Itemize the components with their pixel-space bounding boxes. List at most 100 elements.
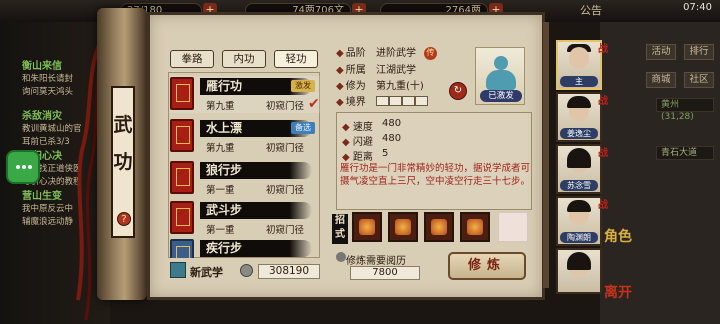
move-slot[interactable] — [388, 212, 418, 242]
stat-value: 480 — [382, 118, 402, 129]
hero-slot[interactable] — [556, 248, 602, 294]
stat-row: ◆ 速度 480 — [342, 118, 402, 133]
skill-grade: 初窥门径 — [266, 185, 305, 196]
tab-lightness[interactable]: 轻功 — [274, 50, 318, 68]
refresh-icon[interactable]: ↻ — [449, 82, 467, 100]
stat-value: 5 — [382, 148, 389, 159]
hero-slot[interactable]: 主 战 — [556, 40, 608, 90]
skill-item[interactable]: 雁行功 激发 第九重 初窥门径 ✔ — [170, 76, 320, 113]
points-icon — [240, 264, 253, 277]
scroll-edge — [543, 22, 549, 288]
quest-title: 杀敌消灾 — [22, 111, 62, 122]
waypoint-button[interactable]: 青石大道 — [656, 146, 714, 160]
move-slot[interactable] — [460, 212, 490, 242]
info-source: ◆ 所属 江湖武学 — [336, 65, 416, 76]
guild-button[interactable]: 社区 — [684, 72, 714, 88]
quest-title: 营山生变 — [22, 191, 62, 202]
info-value: 江湖武学 — [376, 65, 416, 76]
portrait-caption: 已激发 — [480, 90, 522, 102]
activity-button[interactable]: 活动 — [646, 44, 676, 60]
move-slot[interactable] — [352, 212, 382, 242]
hero-name: 陶渊朗 — [560, 232, 598, 243]
battle-badge: 战 — [598, 96, 608, 107]
stat-row: ◆ 闪避 480 — [342, 133, 402, 148]
skill-item[interactable]: 水上漂 备选 第九重 初窥门径 — [170, 118, 320, 155]
info-realm: ◆ 境界 — [336, 97, 366, 108]
grade-badge: 传 — [424, 47, 437, 60]
stat-value: 480 — [382, 133, 402, 144]
skill-name: 疾行步 — [206, 241, 243, 255]
check-icon: ✔ — [308, 96, 320, 112]
status-badge: 备选 — [291, 122, 315, 134]
cost-value: 7800 — [350, 266, 420, 280]
cost-label: 修炼需要阅历 — [346, 256, 406, 267]
map-location: 黄州 (31,28) — [656, 98, 714, 122]
skill-portrait: 已激发 — [475, 47, 525, 105]
ranking-button[interactable]: 排行 — [684, 44, 714, 60]
tab-inner[interactable]: 内功 — [222, 50, 266, 68]
move-slot[interactable] — [424, 212, 454, 242]
info-label: 修为 — [345, 81, 366, 92]
announcement-button[interactable]: 公告 — [580, 2, 602, 18]
battle-badge: 战 — [598, 148, 608, 159]
shop-button[interactable]: 商城 — [646, 72, 676, 88]
info-volume: ◆ 修为 第九重(十) — [336, 81, 424, 92]
new-book-icon[interactable] — [170, 262, 186, 278]
hero-name: 姜逸尘 — [560, 128, 598, 139]
points-value: 308190 — [258, 264, 320, 279]
page-title-char: 武 — [113, 114, 133, 136]
quest-title: 衡山来信 — [22, 61, 62, 72]
info-value: 第九重(十) — [376, 81, 424, 92]
experience-icon — [336, 252, 346, 262]
role-button[interactable]: 角色 — [604, 226, 632, 246]
hero-slot[interactable]: 姜逸尘 战 — [556, 92, 608, 142]
skill-name: 武斗步 — [206, 203, 243, 217]
skill-item[interactable]: 狼行步 第一重 初窥门径 — [170, 160, 320, 197]
info-label: 品阶 — [345, 48, 366, 59]
skill-item[interactable]: 武斗步 第一重 初窥门径 — [170, 200, 320, 237]
new-martial-button[interactable]: 新武学 — [190, 264, 223, 280]
skill-grade: 初窥门径 — [266, 225, 305, 236]
skill-item[interactable]: 疾行步 — [170, 238, 320, 258]
skill-layer: 第一重 — [206, 225, 235, 236]
status-badge: 激发 — [291, 80, 315, 92]
right-menu: 活动 排行 商城 社区 黄州 (31,28) 青石大道 — [600, 22, 720, 324]
moves-label: 招式 — [332, 214, 348, 244]
skill-grade: 初窥门径 — [266, 143, 305, 154]
chat-button[interactable] — [6, 150, 40, 184]
hero-slot[interactable]: 陶渊朗 战 — [556, 196, 608, 246]
skill-layer: 第一重 — [206, 185, 235, 196]
help-button[interactable]: ? — [117, 212, 131, 226]
stat-label: 速度 — [352, 122, 373, 133]
stat-row: ◆ 距离 5 — [342, 148, 389, 163]
book-icon — [170, 119, 194, 152]
battle-badge: 战 — [598, 200, 608, 211]
skill-grade: 初窥门径 — [266, 101, 305, 112]
tab-fist[interactable]: 拳路 — [170, 50, 214, 68]
info-value: 进阶武学 — [376, 48, 416, 59]
skill-layer: 第九重 — [206, 143, 235, 154]
book-icon — [170, 201, 194, 234]
hero-slot[interactable]: 苏念雪 战 — [556, 144, 608, 194]
battle-badge: 战 — [598, 44, 608, 55]
train-button[interactable]: 修炼 — [448, 252, 526, 280]
book-icon — [170, 161, 194, 194]
book-icon — [170, 239, 194, 258]
book-icon — [170, 77, 194, 110]
page-title-char: 功 — [113, 151, 133, 173]
skill-name: 雁行功 — [206, 79, 243, 93]
clock: 07:40 — [683, 2, 712, 13]
hero-name: 主 — [560, 76, 598, 87]
skill-name: 水上漂 — [206, 121, 243, 135]
info-label: 境界 — [345, 97, 366, 108]
info-label: 所属 — [345, 65, 366, 76]
stat-label: 闪避 — [352, 137, 373, 148]
hero-name: 苏念雪 — [560, 180, 598, 191]
move-slot-empty[interactable] — [498, 212, 528, 242]
skill-description: 雁行功是一门非常精妙的轻功，据说学成者可摄气凌空直上三尺，空中凌空行走三十七步。 — [340, 163, 531, 187]
skill-layer: 第九重 — [206, 101, 235, 112]
realm-progress — [376, 96, 428, 106]
leave-button[interactable]: 离开 — [604, 282, 632, 302]
info-grade: ◆ 品阶 进阶武学 — [336, 48, 416, 59]
skill-name: 狼行步 — [206, 163, 243, 177]
